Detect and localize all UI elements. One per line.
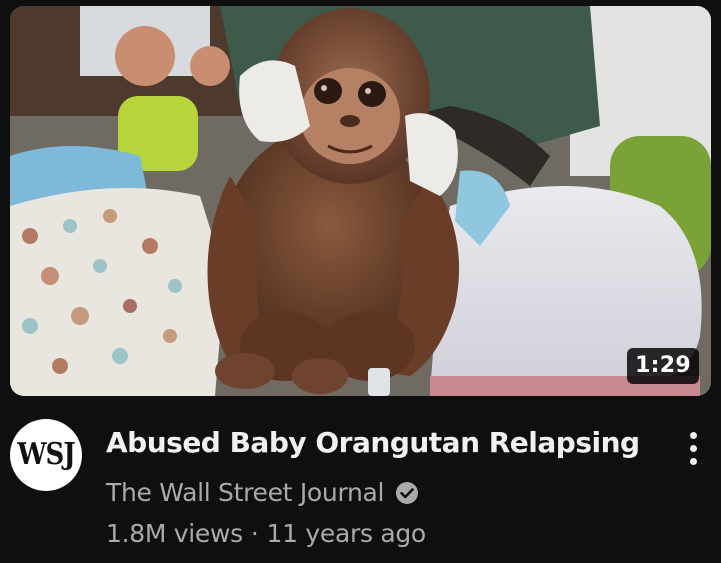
channel-avatar[interactable]: WSJ	[10, 419, 82, 491]
upload-age: 11 years ago	[266, 519, 427, 548]
menu-dot	[689, 444, 697, 452]
meta-separator: ·	[250, 519, 259, 548]
view-count: 1.8M views	[106, 519, 243, 548]
menu-dot	[689, 431, 697, 439]
video-title[interactable]: Abused Baby Orangutan Relapsing	[106, 424, 646, 462]
duration-badge: 1:29	[627, 348, 699, 384]
check-circle-icon	[394, 480, 420, 506]
channel-name[interactable]: The Wall Street Journal	[106, 478, 385, 508]
video-thumbnail[interactable]: 1:29	[10, 6, 711, 396]
thumbnail-image	[10, 6, 711, 396]
channel-avatar-text: WSJ	[17, 437, 75, 473]
video-meta: 1.8M views · 11 years ago	[106, 518, 426, 550]
more-vert-icon[interactable]	[677, 426, 709, 470]
video-card: 1:29 WSJ Abused Baby Orangutan Relapsing…	[0, 0, 721, 563]
channel-row: The Wall Street Journal	[106, 476, 420, 510]
menu-dot	[689, 457, 697, 465]
